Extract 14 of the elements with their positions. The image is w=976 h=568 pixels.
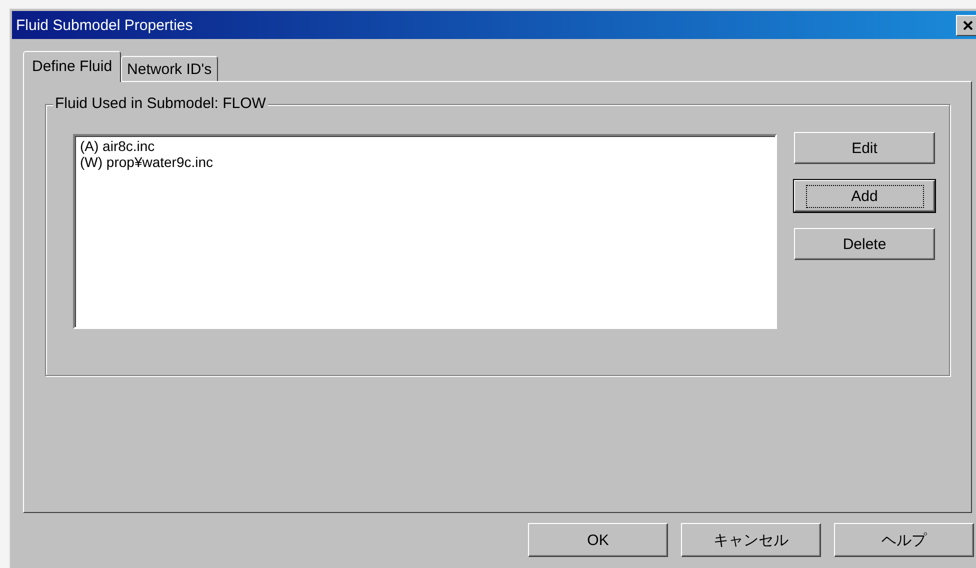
side-button[interactable]: Delete bbox=[794, 228, 935, 260]
dialog-button[interactable]: キャンセル bbox=[681, 523, 821, 557]
side-button[interactable]: Edit bbox=[794, 132, 935, 164]
tab[interactable]: Define Fluid bbox=[23, 51, 122, 82]
list-item[interactable]: (A) air8c.inc bbox=[80, 138, 770, 154]
side-button[interactable]: Add bbox=[794, 180, 935, 212]
fluid-list[interactable]: (A) air8c.inc (W) prop¥water9c.inc bbox=[73, 134, 777, 329]
dialog-button[interactable]: OK bbox=[528, 523, 668, 557]
tab[interactable]: Network ID's bbox=[121, 56, 218, 81]
close-icon bbox=[963, 20, 973, 30]
close-button[interactable] bbox=[956, 14, 976, 36]
dialog-button[interactable]: ヘルプ bbox=[834, 523, 974, 557]
list-item[interactable]: (W) prop¥water9c.inc bbox=[80, 154, 770, 170]
window-title: Fluid Submodel Properties bbox=[15, 16, 193, 34]
